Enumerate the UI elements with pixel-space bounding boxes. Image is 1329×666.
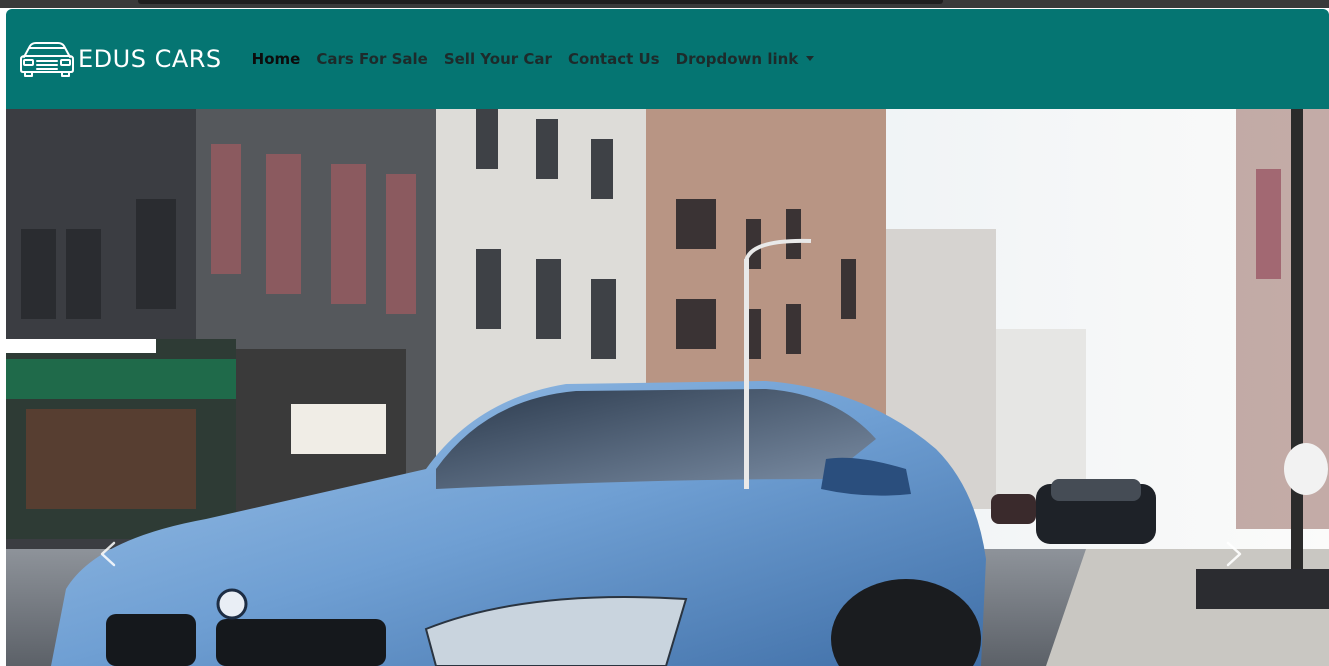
hero-image: [6, 109, 1329, 666]
car-front-icon: [20, 42, 74, 77]
nav-contact-us[interactable]: Contact Us: [560, 42, 668, 76]
nav-cars-for-sale[interactable]: Cars For Sale: [308, 42, 435, 76]
chevron-left-icon[interactable]: [94, 539, 124, 569]
nav-dropdown-label: Dropdown link: [675, 50, 799, 68]
chevron-right-icon[interactable]: [1218, 539, 1248, 569]
main-nav: Home Cars For Sale Sell Your Car Contact…: [244, 42, 823, 76]
brand-link[interactable]: EDUS CARS: [18, 40, 222, 78]
nav-sell-your-car[interactable]: Sell Your Car: [436, 42, 560, 76]
caret-down-icon: [806, 56, 815, 61]
nav-home[interactable]: Home: [244, 42, 309, 76]
hero-carousel: [6, 109, 1329, 666]
nav-dropdown-link[interactable]: Dropdown link: [668, 42, 823, 76]
brand-name: EDUS CARS: [78, 45, 222, 73]
browser-top-strip: [0, 0, 1329, 8]
navbar: EDUS CARS Home Cars For Sale Sell Your C…: [6, 9, 1329, 109]
horizontal-scrollbar[interactable]: [138, 0, 943, 4]
